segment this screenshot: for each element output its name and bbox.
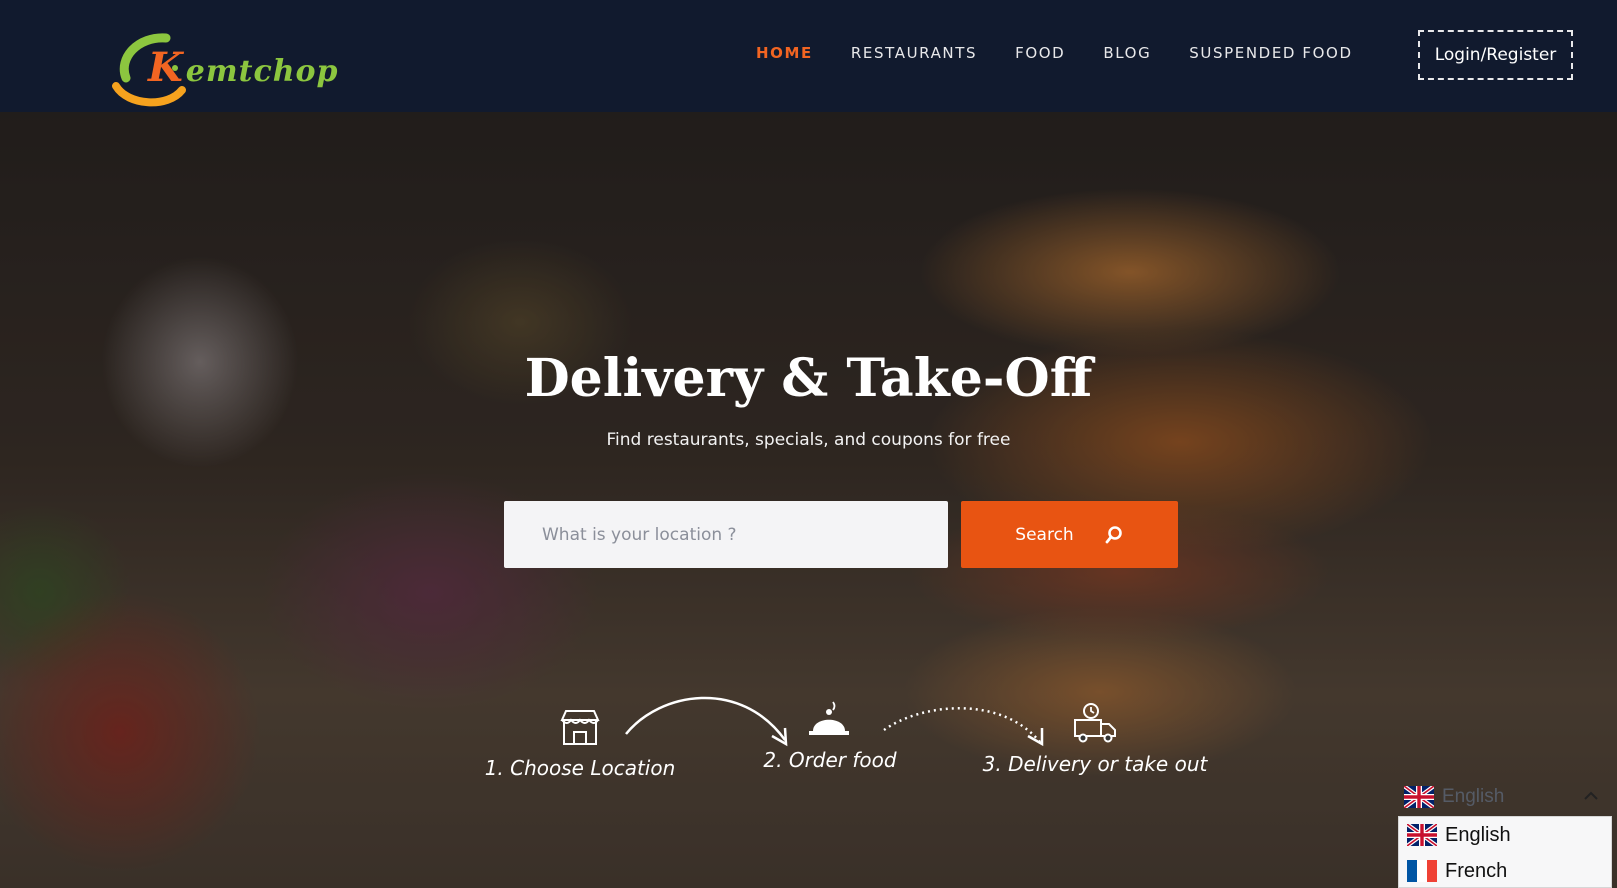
chevron-up-icon[interactable] (1582, 787, 1600, 805)
location-search-input[interactable] (504, 501, 948, 568)
hero-section: Delivery & Take-Off Find restaurants, sp… (0, 112, 1617, 888)
cloche-icon (809, 701, 849, 735)
hero-title: Delivery & Take-Off (524, 348, 1093, 409)
uk-flag-icon (1407, 824, 1437, 846)
logo-wordmark: Kemtchop (148, 44, 339, 91)
search-icon (1105, 525, 1122, 543)
login-register-button[interactable]: Login/Register (1418, 30, 1573, 80)
main-nav: HOME RESTAURANTS FOOD BLOG SUSPENDED FOO… (756, 44, 1391, 62)
language-selector[interactable]: English (1404, 780, 1604, 814)
step-choose-location: 1. Choose Location (480, 708, 680, 780)
hero-subtitle: Find restaurants, specials, and coupons … (606, 430, 1011, 450)
language-option-label: English (1445, 823, 1511, 846)
language-option-label: French (1445, 859, 1508, 882)
store-icon (560, 710, 600, 745)
delivery-truck-icon (1074, 703, 1116, 743)
nav-blog[interactable]: BLOG (1103, 44, 1151, 62)
step-order-food: 2. Order food (740, 698, 920, 772)
language-option-french[interactable]: French (1399, 853, 1611, 888)
search-button-label: Search (1015, 524, 1074, 545)
site-header: Kemtchop HOME RESTAURANTS FOOD BLOG SUSP… (0, 0, 1617, 112)
step-delivery: 3. Delivery or take out (975, 702, 1215, 776)
nav-food[interactable]: FOOD (1015, 44, 1065, 62)
language-option-english[interactable]: English (1399, 817, 1611, 853)
step-3-label: 3. Delivery or take out (982, 752, 1208, 776)
nav-suspended-food[interactable]: SUSPENDED FOOD (1189, 44, 1352, 62)
uk-flag-icon (1404, 786, 1434, 808)
nav-restaurants[interactable]: RESTAURANTS (851, 44, 977, 62)
language-dropdown: English French (1398, 816, 1612, 888)
france-flag-icon (1407, 860, 1437, 882)
language-current-label: English (1442, 786, 1505, 807)
search-button[interactable]: Search (961, 501, 1178, 568)
step-1-label: 1. Choose Location (484, 756, 676, 780)
nav-home[interactable]: HOME (756, 44, 813, 62)
step-2-label: 2. Order food (763, 748, 897, 772)
site-logo[interactable]: Kemtchop (108, 28, 338, 108)
